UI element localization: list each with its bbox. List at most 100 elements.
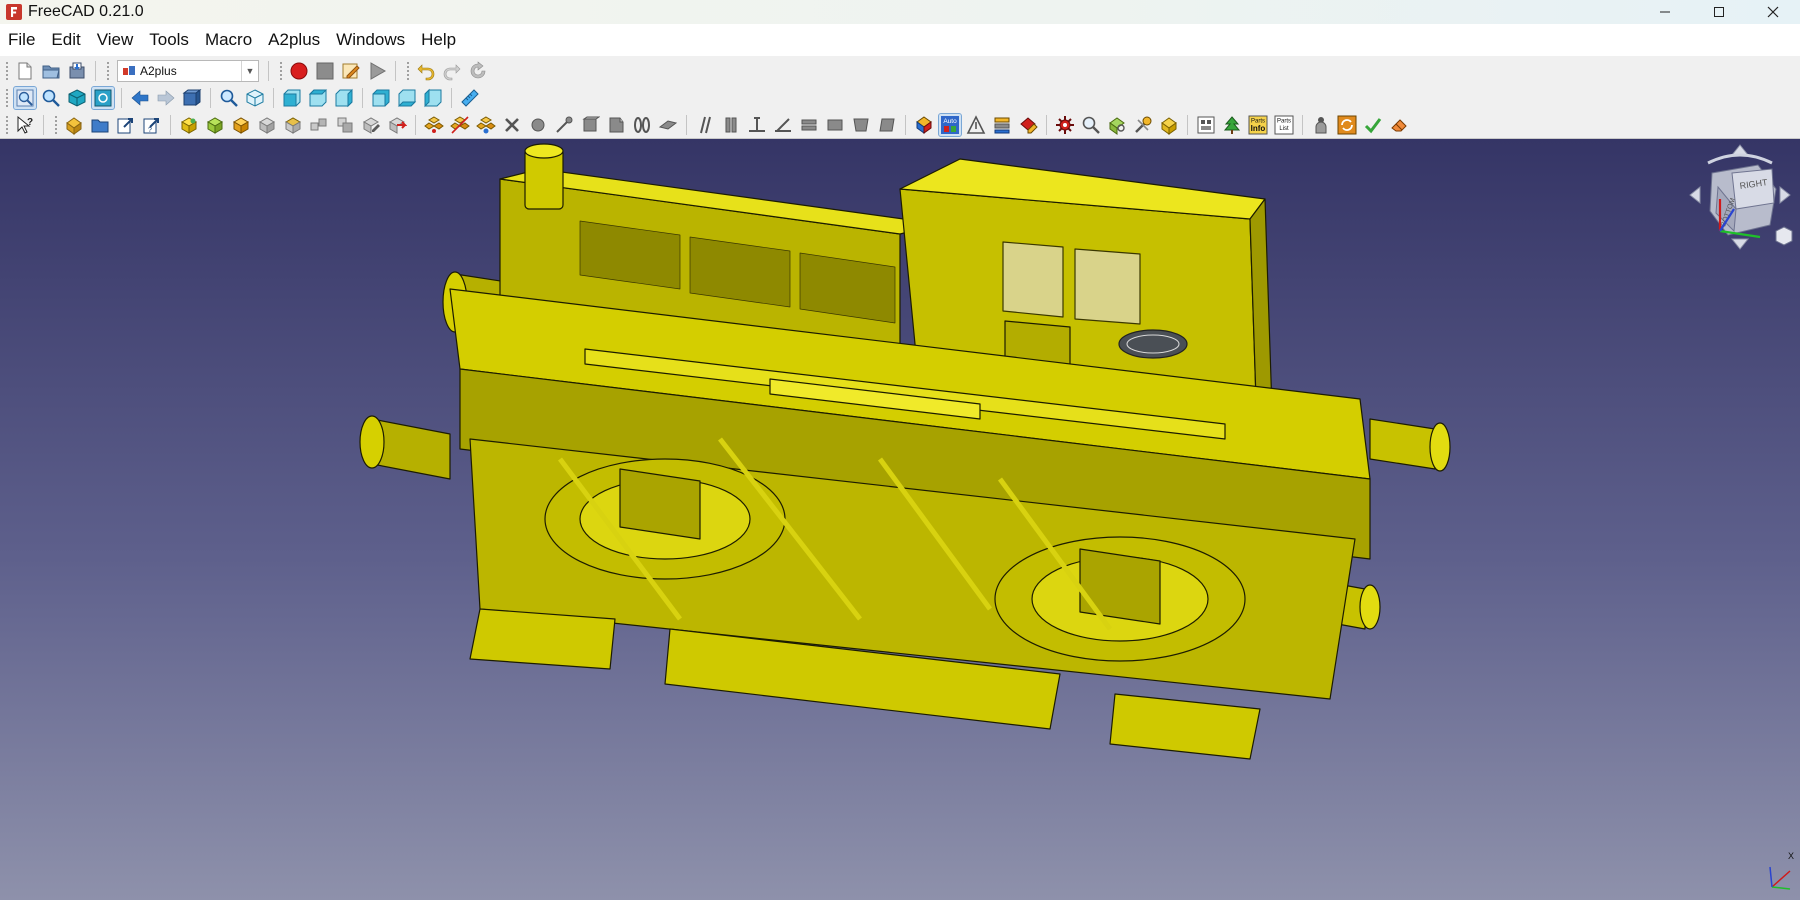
navigation-cube[interactable]: RIGHT BOTTOM [1678, 143, 1798, 263]
macro-record-button[interactable] [288, 60, 310, 82]
redo-button[interactable] [441, 60, 463, 82]
nav-view-menu-icon[interactable] [1775, 226, 1793, 246]
toolbar-grip[interactable] [5, 114, 9, 135]
nav-arrow-right-icon[interactable] [1779, 185, 1791, 205]
nav-arrow-left-icon[interactable] [1689, 185, 1701, 205]
constraint-line-button[interactable] [204, 114, 226, 136]
edit-part-button[interactable] [1017, 114, 1039, 136]
menu-edit[interactable]: Edit [43, 24, 88, 56]
point-on-plane-button[interactable] [475, 114, 497, 136]
solid-1-button[interactable] [824, 114, 846, 136]
bottom-view-button[interactable] [396, 87, 418, 109]
measure-distance-button[interactable] [459, 87, 481, 109]
add-parts-folder-button[interactable] [89, 114, 111, 136]
menu-tools[interactable]: Tools [141, 24, 197, 56]
parts-list-button[interactable]: Parts List [1273, 114, 1295, 136]
circular-edge-button[interactable] [553, 114, 575, 136]
axis-plane-parallel-button[interactable] [720, 114, 742, 136]
eraser-button[interactable] [1388, 114, 1410, 136]
axis-plane-normal-button[interactable] [746, 114, 768, 136]
tools-button[interactable] [1132, 114, 1154, 136]
help-person-button[interactable] [1310, 114, 1332, 136]
planes-coincident-button[interactable] [605, 114, 627, 136]
rear-view-button[interactable] [370, 87, 392, 109]
open-button[interactable] [40, 60, 62, 82]
toolbar-grip[interactable] [5, 87, 9, 108]
menu-windows[interactable]: Windows [328, 24, 413, 56]
toolbar-grip[interactable] [106, 60, 110, 81]
right-view-button[interactable] [333, 87, 355, 109]
toggle-transparency-button[interactable] [991, 114, 1013, 136]
std-views-button[interactable] [181, 87, 203, 109]
isometric-view-button[interactable] [244, 87, 266, 109]
parts-info-button[interactable]: Parts Info [1247, 114, 1269, 136]
point-on-line-button[interactable] [449, 114, 471, 136]
menu-view[interactable]: View [89, 24, 142, 56]
menu-help[interactable]: Help [413, 24, 464, 56]
constraint-red-button[interactable] [386, 114, 408, 136]
axis-parallel-button[interactable] [631, 114, 653, 136]
menu-file[interactable]: File [0, 24, 43, 56]
forward-view-button[interactable] [155, 87, 177, 109]
constraint-grey-5-button[interactable] [360, 114, 382, 136]
solid-3-button[interactable] [876, 114, 898, 136]
menu-a2plus[interactable]: A2plus [260, 24, 328, 56]
search-part-button[interactable] [1080, 114, 1102, 136]
planes-parallel-button[interactable] [579, 114, 601, 136]
minimize-button[interactable] [1638, 0, 1692, 24]
convert-button[interactable] [1336, 114, 1358, 136]
flip-constraint-button[interactable] [965, 114, 987, 136]
nav-arrow-down-icon[interactable] [1730, 238, 1750, 250]
workbench-selector[interactable]: A2plus ▼ [117, 59, 259, 82]
maximize-button[interactable] [1692, 0, 1746, 24]
macro-execute-button[interactable] [366, 60, 388, 82]
3d-viewport[interactable]: RIGHT BOTTOM X [0, 139, 1800, 900]
draw-style-button[interactable] [66, 87, 88, 109]
update-imported-button[interactable]: ? [141, 114, 163, 136]
top-view-button[interactable] [307, 87, 329, 109]
refresh-button[interactable] [467, 60, 489, 82]
sphere-center-button[interactable] [527, 114, 549, 136]
delete-constraints-button[interactable] [501, 114, 523, 136]
constraint-grey-4-button[interactable] [334, 114, 356, 136]
angled-planes-button[interactable] [657, 114, 679, 136]
left-view-button[interactable] [422, 87, 444, 109]
locomotive-model[interactable] [0, 139, 1800, 900]
constraint-grey-2-button[interactable] [282, 114, 304, 136]
toolbar-grip[interactable] [279, 60, 283, 81]
toolbar-grip[interactable] [5, 60, 9, 81]
new-document-button[interactable] [14, 60, 36, 82]
add-part-button[interactable] [63, 114, 85, 136]
toolbar-grip[interactable] [406, 60, 410, 81]
cube-magnify-button[interactable] [1106, 114, 1128, 136]
point-identity-button[interactable] [423, 114, 445, 136]
check-button[interactable] [1362, 114, 1384, 136]
auto-solve-toggle[interactable]: Auto [938, 112, 962, 137]
cube-gear-button[interactable] [1158, 114, 1180, 136]
toolbar-grip[interactable] [54, 114, 58, 135]
menu-macro[interactable]: Macro [197, 24, 260, 56]
constraint-grey-3-button[interactable] [308, 114, 330, 136]
create-bom-button[interactable] [1054, 114, 1076, 136]
front-view-button[interactable] [281, 87, 303, 109]
bounding-box-button[interactable] [91, 85, 115, 110]
solve-constraints-button[interactable] [913, 114, 935, 136]
save-button[interactable] [66, 60, 88, 82]
tree-button[interactable] [1221, 114, 1243, 136]
fit-all-button[interactable] [13, 85, 37, 110]
back-view-button[interactable] [129, 87, 151, 109]
close-button[interactable] [1746, 0, 1800, 24]
export-button[interactable] [115, 114, 137, 136]
axial-constraint-button[interactable] [694, 114, 716, 136]
constraint-grey-1-button[interactable] [256, 114, 278, 136]
constraint-point-button[interactable] [178, 114, 200, 136]
whats-this-button[interactable]: ? [14, 114, 36, 136]
axis-plane-angle-button[interactable] [772, 114, 794, 136]
macro-stop-button[interactable] [314, 60, 336, 82]
macro-edit-button[interactable] [340, 60, 362, 82]
structure-button[interactable] [1195, 114, 1217, 136]
constraint-plane-button[interactable] [230, 114, 252, 136]
fit-selection-button[interactable] [40, 87, 62, 109]
zoom-button[interactable] [218, 87, 240, 109]
undo-button[interactable] [415, 60, 437, 82]
